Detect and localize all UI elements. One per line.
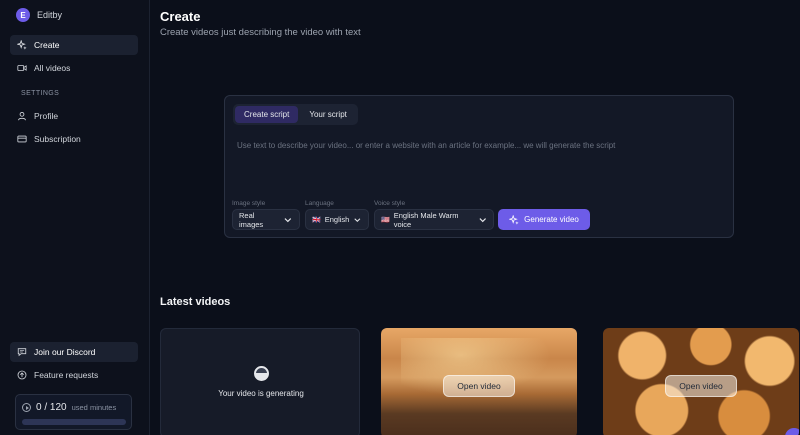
open-video-button[interactable]: Open video: [665, 375, 737, 397]
settings-section-label: SETTINGS: [21, 90, 60, 97]
brand[interactable]: E Editby: [16, 8, 62, 22]
video-card-generating: Your video is generating: [160, 328, 360, 435]
prompt-input[interactable]: [237, 135, 723, 155]
script-tabs: Create script Your script: [233, 104, 358, 125]
image-style-select[interactable]: Real images: [232, 209, 300, 230]
chat-icon: [17, 348, 27, 357]
voice-style-select[interactable]: 🇺🇸 English Male Warm voice: [374, 209, 494, 230]
create-video-card: Create script Your script Image style Re…: [224, 95, 734, 238]
generate-video-button[interactable]: Generate video: [498, 209, 590, 230]
sidebar-item-feature-requests[interactable]: Feature requests: [10, 365, 138, 385]
sidebar-item-create[interactable]: Create: [10, 35, 138, 55]
image-style-value: Real images: [239, 210, 264, 229]
page-subtitle: Create videos just describing the video …: [160, 27, 361, 38]
sidebar-item-label: Join our Discord: [34, 347, 96, 357]
voice-style-value: English Male Warm voice: [393, 210, 459, 229]
language-value: English: [324, 215, 350, 224]
brand-avatar: E: [16, 8, 30, 22]
tab-your-script[interactable]: Your script: [300, 106, 356, 123]
usage-count: 0 / 120: [36, 402, 67, 413]
page-title: Create: [160, 9, 201, 24]
generating-status: Your video is generating: [218, 389, 304, 398]
voice-style-label: Voice style: [374, 200, 406, 207]
sparkles-icon: [509, 214, 519, 225]
language-select[interactable]: 🇬🇧 English: [305, 209, 369, 230]
sidebar-item-label: All videos: [34, 63, 71, 73]
tab-create-script[interactable]: Create script: [235, 106, 299, 123]
credit-card-icon: [17, 135, 27, 143]
chevron-down-icon: [354, 217, 361, 222]
us-flag-icon: 🇺🇸: [381, 216, 390, 224]
video-card: Open video: [381, 328, 577, 435]
sidebar: E Editby Create All videos SETTINGS Prof…: [0, 0, 150, 435]
arrow-up-circle-icon: [17, 370, 27, 380]
sidebar-item-label: Feature requests: [34, 370, 99, 380]
usage-meter[interactable]: 0 / 120 used minutes: [15, 394, 132, 430]
chevron-down-icon: [479, 217, 486, 222]
user-icon: [18, 112, 26, 121]
sparkles-icon: [17, 40, 27, 50]
brand-name: Editby: [37, 10, 63, 20]
sidebar-item-profile[interactable]: Profile: [10, 106, 138, 126]
play-icon: [22, 403, 31, 412]
help-bubble[interactable]: [785, 428, 799, 435]
language-label: Language: [305, 200, 334, 207]
sidebar-item-all-videos[interactable]: All videos: [10, 58, 138, 78]
usage-unit: used minutes: [71, 403, 117, 412]
uk-flag-icon: 🇬🇧: [312, 216, 321, 224]
sidebar-item-subscription[interactable]: Subscription: [10, 129, 138, 149]
sidebar-item-label: Create: [34, 40, 60, 50]
sidebar-item-label: Profile: [34, 111, 59, 121]
sidebar-item-discord[interactable]: Join our Discord: [10, 342, 138, 362]
video-card: Open video: [603, 328, 799, 435]
sidebar-item-label: Subscription: [34, 134, 81, 144]
chevron-down-icon: [284, 217, 292, 222]
usage-progress-bar: [22, 419, 126, 425]
open-video-button[interactable]: Open video: [443, 375, 515, 397]
latest-videos-title: Latest videos: [160, 296, 231, 308]
loading-spinner-icon: [254, 366, 269, 381]
video-icon: [17, 65, 27, 71]
image-style-label: Image style: [232, 200, 266, 207]
generate-video-label: Generate video: [524, 215, 579, 224]
